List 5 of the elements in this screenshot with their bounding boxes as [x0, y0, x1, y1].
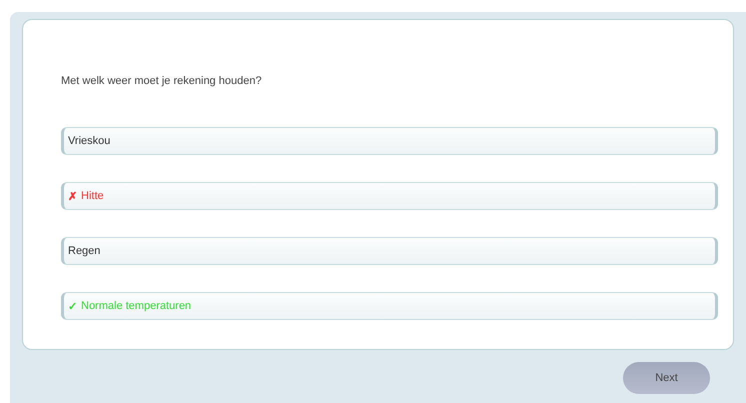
next-button[interactable]: Next	[623, 362, 710, 394]
question-text: Met welk weer moet je rekening houden?	[61, 75, 263, 87]
answer-option[interactable]: Vrieskou	[61, 127, 718, 155]
answer-option[interactable]: Regen	[61, 237, 718, 265]
answer-option[interactable]: ✗ Hitte	[61, 182, 718, 210]
